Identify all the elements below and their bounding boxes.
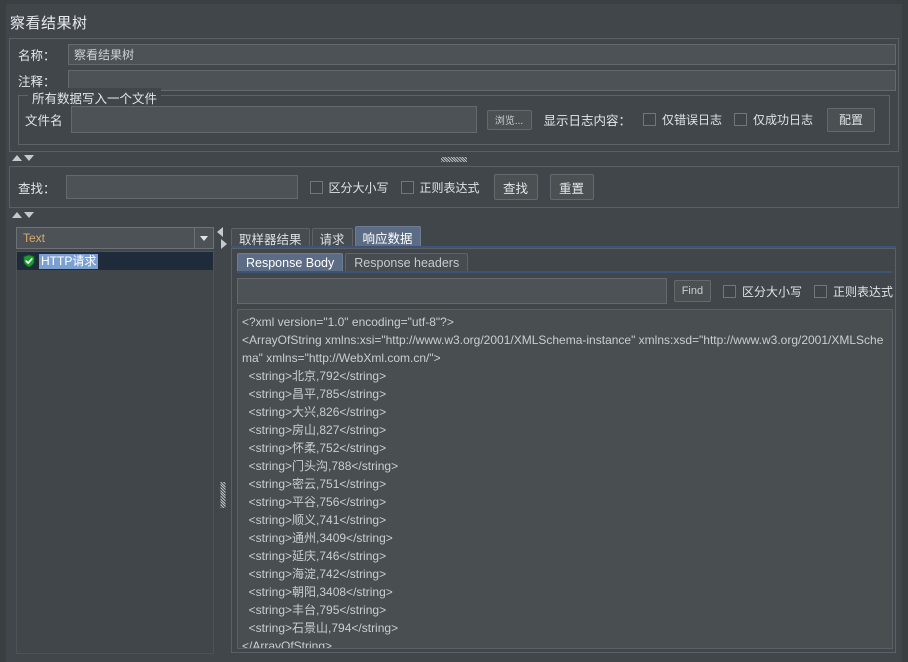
response-body-line: <string>门头沟,788</string> (242, 459, 399, 473)
results-tree-column: Text HTTP请求 (9, 224, 215, 656)
splitter-vertical-grip-icon[interactable] (220, 482, 225, 508)
collapse-up-icon[interactable] (12, 155, 22, 161)
search-regex-wrap[interactable]: 正则表达式 (400, 179, 480, 196)
name-input[interactable]: 察看结果树 (68, 44, 896, 65)
response-body-line: <string>北京,792</string> (242, 369, 387, 383)
error-log-only-checkbox[interactable] (643, 113, 657, 126)
response-body-line: <string>石景山,794</string> (242, 621, 399, 635)
response-regex-wrap[interactable]: 正则表达式 (813, 283, 893, 300)
window-chrome-top (0, 0, 908, 4)
response-body-line: <string>密云,751</string> (242, 477, 387, 491)
renderer-select-value: Text (23, 231, 46, 245)
show-log-content-label: 显示日志内容： (543, 114, 632, 128)
search-regex-checkbox[interactable] (400, 180, 414, 194)
response-body-line: <?xml version="1.0" encoding="utf-8"?> (242, 315, 454, 329)
filename-label: 文件名 (25, 114, 63, 128)
splitter-search-arrows[interactable] (12, 212, 34, 218)
response-body-line: <string>平谷,756</string> (242, 495, 387, 509)
response-body-line: <string>顺义,741</string> (242, 513, 387, 527)
splitter-search[interactable] (9, 210, 899, 222)
browse-button[interactable]: 浏览... (486, 109, 532, 130)
name-input-value: 察看结果树 (74, 48, 135, 62)
groupbox-content: 文件名 浏览... 显示日志内容： 仅错误日志 仅成功日志 配置 (19, 106, 889, 133)
response-data-panel: Response Body Response headers Find 区分大小… (231, 248, 896, 653)
name-label: 名称： (18, 49, 56, 63)
search-match-case-wrap[interactable]: 区分大小写 (309, 179, 389, 196)
error-log-only-label: 仅错误日志 (662, 113, 723, 127)
window-chrome-right (902, 0, 908, 662)
search-regex-label: 正则表达式 (419, 180, 480, 195)
response-regex-label: 正则表达式 (832, 284, 893, 299)
response-find-input[interactable] (237, 278, 667, 304)
splitter-top[interactable] (9, 153, 899, 165)
collapse-left-icon[interactable] (217, 227, 223, 237)
collapse-right-icon[interactable] (221, 239, 227, 249)
response-regex-checkbox[interactable] (813, 284, 827, 298)
response-body-text[interactable]: <?xml version="1.0" encoding="utf-8"?> <A… (237, 309, 893, 649)
response-body-line: <string>朝阳,3408</string> (242, 585, 393, 599)
config-panel: 名称： 察看结果树 注释： 所有数据写入一个文件 文件名 浏览... 显示日志内… (9, 38, 899, 152)
response-body-line: <string>昌平,785</string> (242, 387, 387, 401)
response-body-line: </ArrayOfString> (242, 639, 333, 649)
search-match-case-checkbox[interactable] (309, 180, 323, 194)
search-input[interactable] (65, 175, 298, 199)
collapse-down-icon-2[interactable] (24, 212, 34, 218)
search-reset-button[interactable]: 重置 (549, 174, 594, 200)
response-match-case-checkbox[interactable] (722, 284, 736, 298)
success-log-only-checkbox[interactable] (734, 113, 748, 126)
response-body-line: <string>房山,827</string> (242, 423, 387, 437)
splitter-top-grip-icon[interactable] (441, 157, 467, 162)
result-tree-window: 察看结果树 名称： 察看结果树 注释： 所有数据写入一个文件 文件名 浏览... (0, 0, 908, 662)
tab-request[interactable]: 请求 (311, 228, 353, 247)
response-match-case-label: 区分大小写 (741, 284, 802, 299)
write-all-data-groupbox: 所有数据写入一个文件 文件名 浏览... 显示日志内容： 仅错误日志 仅成功日志… (18, 88, 890, 145)
splitter-top-arrows[interactable] (12, 155, 34, 161)
name-row: 名称： 察看结果树 (12, 42, 896, 67)
filename-input[interactable] (70, 106, 477, 133)
search-panel: 查找： 区分大小写 正则表达式 查找 重置 (9, 166, 899, 208)
response-body-line: <string>海淀,742</string> (242, 567, 387, 581)
response-body-line: <string>丰台,795</string> (242, 603, 387, 617)
chevron-down-icon[interactable] (194, 228, 213, 248)
page-title: 察看结果树 (10, 8, 898, 36)
tab-sampler-result[interactable]: 取样器结果 (231, 228, 310, 247)
results-tree[interactable]: HTTP请求 (16, 251, 214, 654)
response-body-line: <string>延庆,746</string> (242, 549, 387, 563)
response-find-button[interactable]: Find (673, 280, 711, 302)
search-label: 查找： (18, 181, 56, 196)
tab-response-data[interactable]: 响应数据 (354, 226, 421, 247)
window-chrome-left (0, 0, 6, 662)
collapse-up-icon-2[interactable] (12, 212, 22, 218)
collapse-down-icon[interactable] (24, 155, 34, 161)
response-match-case-wrap[interactable]: 区分大小写 (722, 283, 802, 300)
success-log-only-label: 仅成功日志 (753, 113, 814, 127)
subtab-response-headers[interactable]: Response headers (345, 253, 469, 272)
result-tabs: 取样器结果 请求 响应数据 (231, 226, 896, 247)
response-body-line: <string>通州,3409</string> (242, 531, 393, 545)
search-match-case-label: 区分大小写 (328, 180, 389, 195)
tree-item-http-request[interactable]: HTTP请求 (17, 252, 213, 270)
response-find-bar: Find 区分大小写 正则表达式 (237, 275, 893, 307)
response-body-line: <ArrayOfString xmlns:xsi="http://www.w3.… (242, 333, 884, 365)
response-body-line: <string>大兴,826</string> (242, 405, 387, 419)
groupbox-title: 所有数据写入一个文件 (28, 88, 162, 107)
response-subtabs: Response Body Response headers (237, 252, 469, 272)
config-button[interactable]: 配置 (827, 107, 876, 132)
tree-item-label: HTTP请求 (39, 253, 99, 269)
success-log-only-checkbox-wrap[interactable]: 仅成功日志 (734, 111, 813, 128)
comment-input[interactable] (68, 70, 896, 91)
shield-check-icon (23, 254, 35, 268)
error-log-only-checkbox-wrap[interactable]: 仅错误日志 (643, 111, 722, 128)
page-title-text: 察看结果树 (10, 14, 88, 32)
search-find-button[interactable]: 查找 (493, 174, 538, 200)
result-detail-column: 取样器结果 请求 响应数据 Response Body Response hea… (228, 224, 899, 656)
response-body-line: <string>怀柔,752</string> (242, 441, 387, 455)
response-subtabs-underline (237, 271, 892, 273)
results-area: Text HTTP请求 取样器结果 请求 响应数据 Response Body … (9, 224, 899, 656)
subtab-response-body[interactable]: Response Body (237, 253, 344, 272)
renderer-select[interactable]: Text (16, 227, 214, 249)
